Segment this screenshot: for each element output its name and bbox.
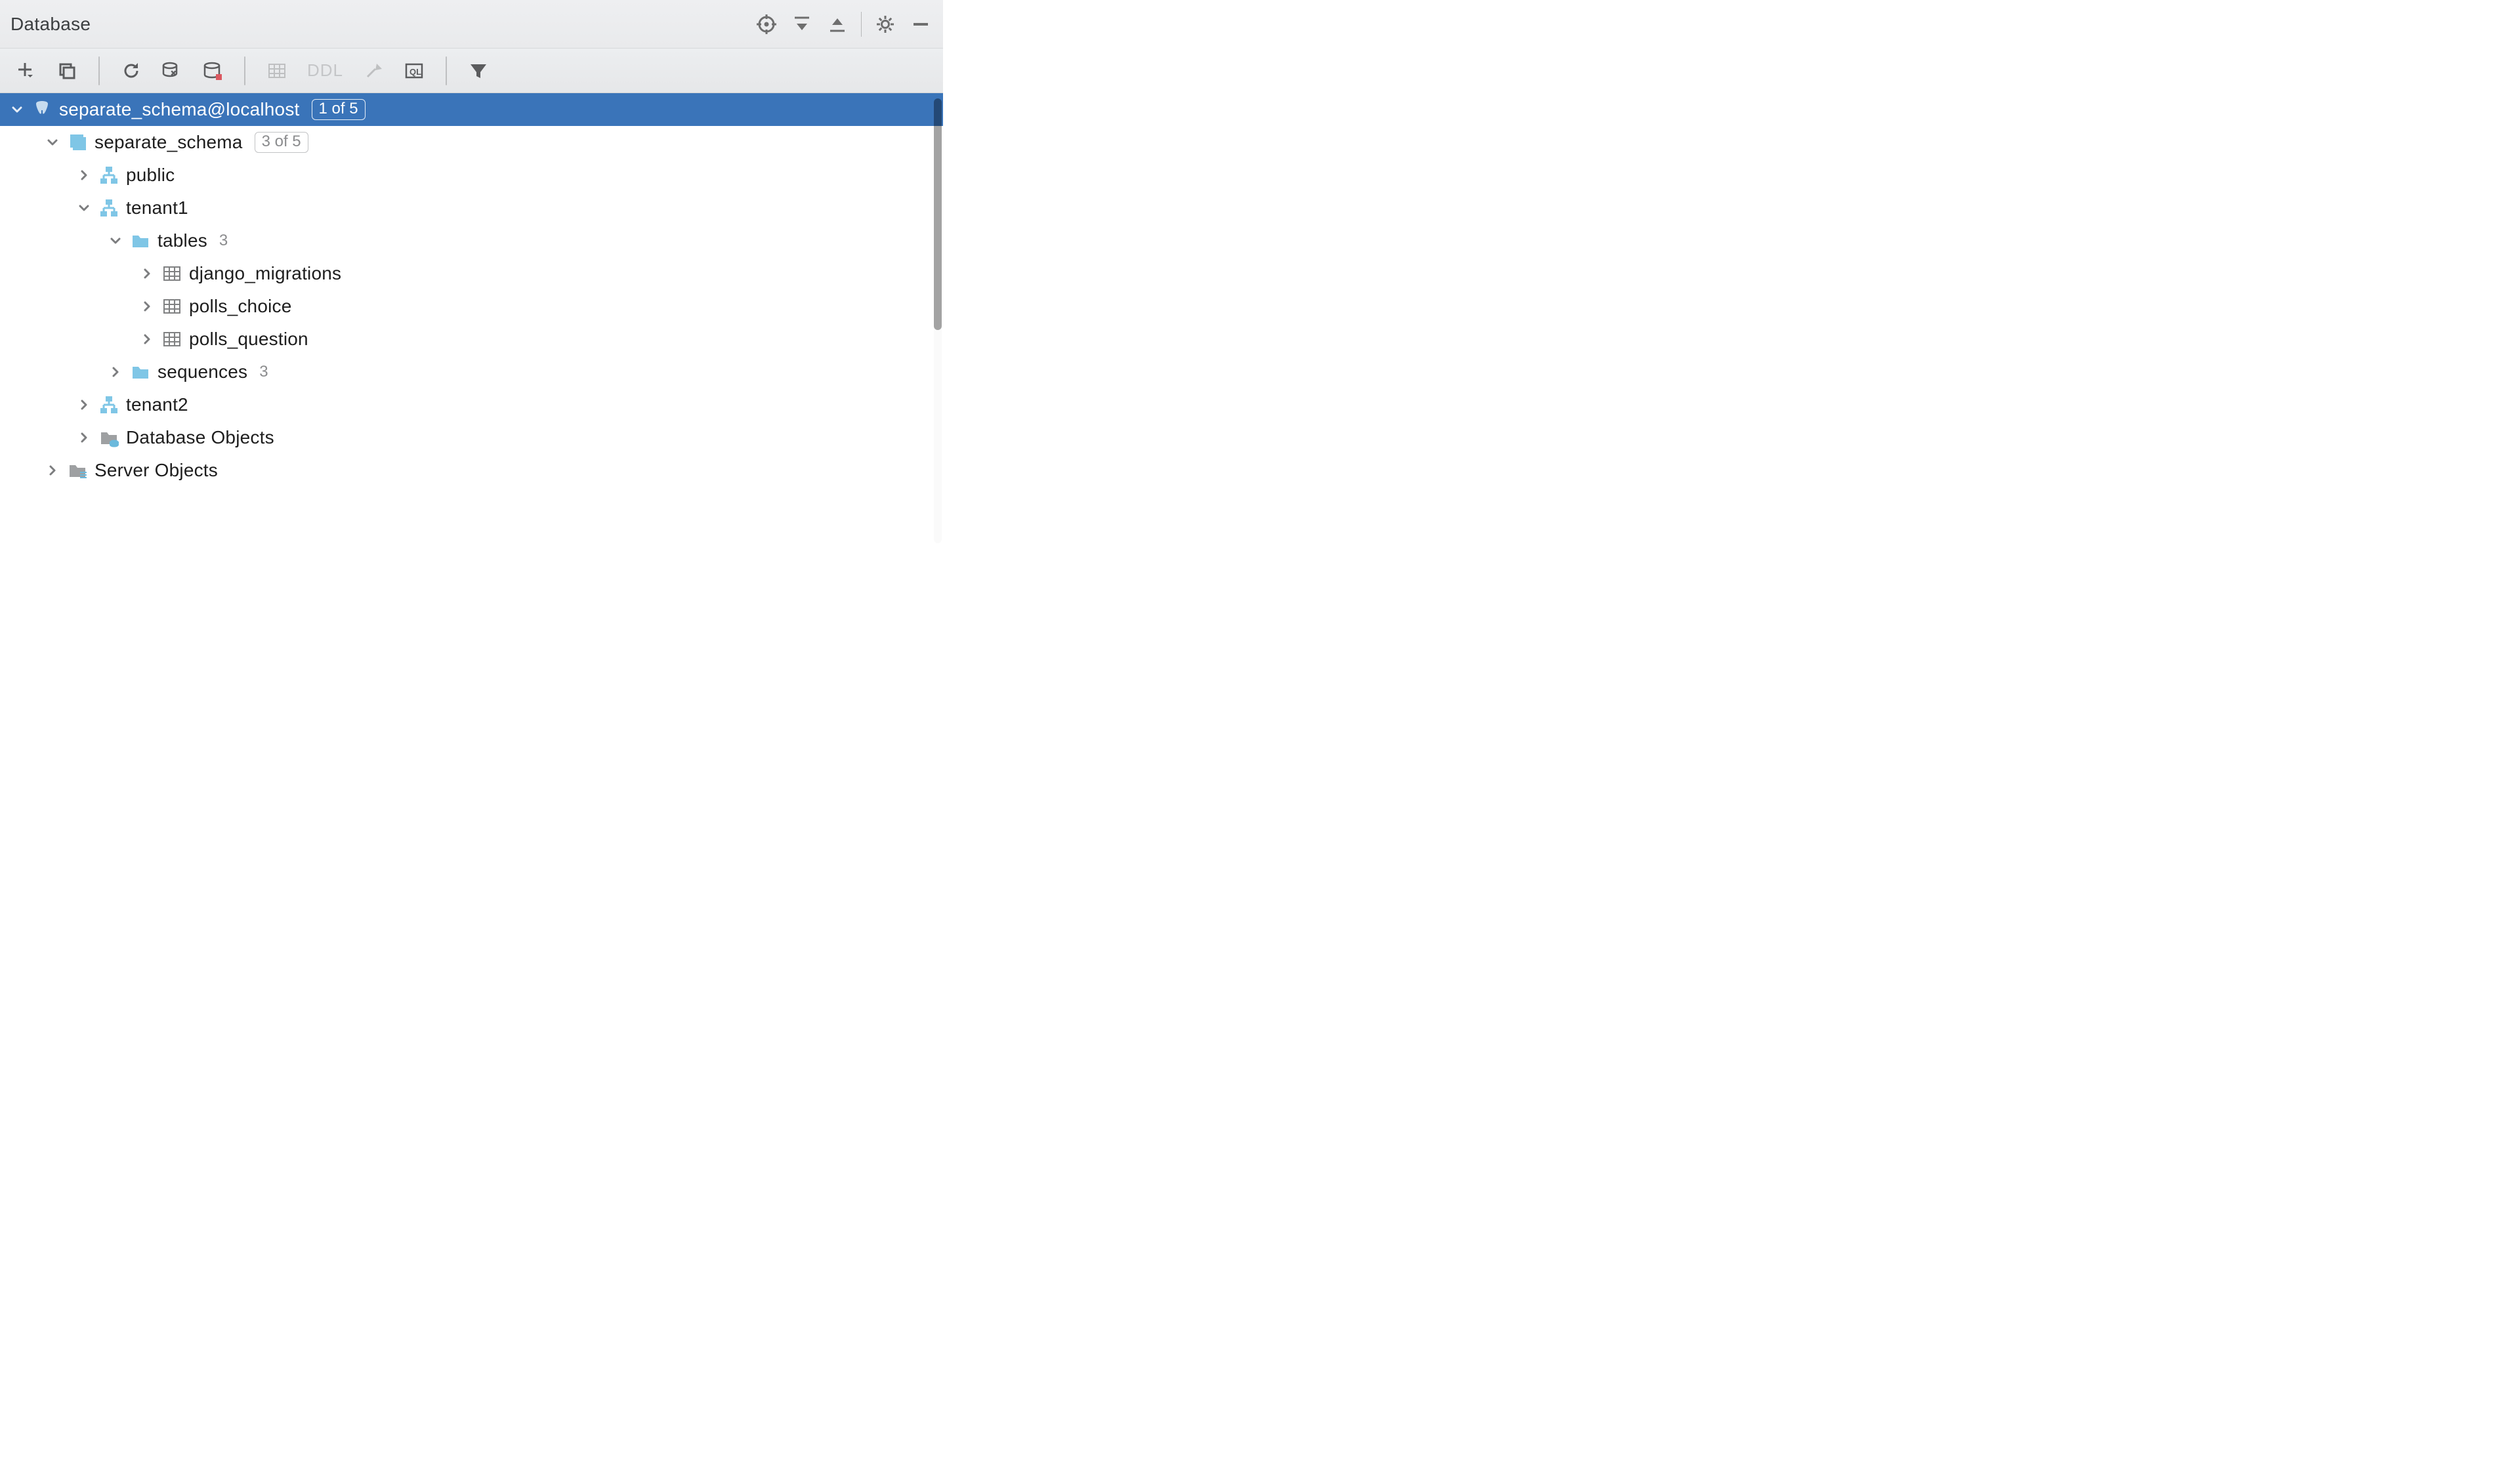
ddl-button: DDL [304,56,346,85]
tree-label: django_migrations [189,263,341,284]
server-objects-icon [67,460,88,481]
chevron-down-icon[interactable] [108,233,123,249]
schema-icon [98,394,119,415]
tree-server-objects[interactable]: Server Objects [0,454,943,487]
gear-icon[interactable] [873,12,897,36]
scrollbar-thumb[interactable] [934,98,942,330]
tree-table-polls-choice[interactable]: polls_choice [0,290,943,323]
table-icon [161,329,182,350]
vertical-scrollbar[interactable] [934,98,942,543]
collapse-all-icon[interactable] [826,12,849,36]
chevron-down-icon[interactable] [9,102,25,117]
filter-icon[interactable] [465,56,492,85]
database-objects-icon [98,427,119,448]
tree-viewport: separate_schema@localhost 1 of 5 separat… [0,93,943,548]
schema-icon [98,165,119,186]
tree-table-django-migrations[interactable]: django_migrations [0,257,943,290]
query-console-icon[interactable]: QL [401,56,427,85]
database-tree: separate_schema@localhost 1 of 5 separat… [0,93,943,548]
schema-icon [98,197,119,218]
header-divider [861,12,862,37]
chevron-right-icon[interactable] [139,299,155,314]
tree-count: 3 [259,363,268,381]
table-icon [161,263,182,284]
table-view-icon [264,56,290,85]
tree-label: Server Objects [94,460,218,481]
database-icon [67,132,88,153]
duplicate-icon[interactable] [54,56,80,85]
toolbar-divider-3 [446,56,447,85]
tree-label: tables [158,230,207,251]
target-icon[interactable] [755,12,778,36]
panel-header-actions [755,12,933,37]
tree-schema-public[interactable]: public [0,159,943,192]
add-icon[interactable] [13,56,39,85]
tree-schema-tenant1[interactable]: tenant1 [0,192,943,224]
tree-label: polls_choice [189,296,292,317]
minimize-icon[interactable] [909,12,933,36]
tree-database[interactable]: separate_schema 3 of 5 [0,126,943,159]
postgres-icon [32,99,52,120]
count-badge: 1 of 5 [312,99,366,120]
toolbar-divider-1 [98,56,100,85]
folder-icon [130,361,151,382]
chevron-right-icon[interactable] [139,331,155,347]
chevron-right-icon[interactable] [76,397,92,413]
tree-label: tenant2 [126,394,188,415]
panel-header: Database [0,0,943,49]
tree-label: polls_question [189,329,308,350]
tree-label: tenant1 [126,197,188,218]
tree-label: public [126,165,175,186]
tree-label: sequences [158,361,247,382]
tree-count: 3 [219,232,228,250]
navigate-icon [360,56,387,85]
table-icon [161,296,182,317]
tree-datasource[interactable]: separate_schema@localhost 1 of 5 [0,93,943,126]
tree-sequences-folder[interactable]: sequences 3 [0,356,943,388]
tree-tables-folder[interactable]: tables 3 [0,224,943,257]
datasource-properties-icon[interactable] [159,56,185,85]
tree-label: separate_schema@localhost [59,99,300,120]
chevron-right-icon[interactable] [45,463,60,478]
chevron-right-icon[interactable] [108,364,123,380]
chevron-down-icon[interactable] [45,134,60,150]
expand-all-icon[interactable] [790,12,814,36]
panel-title: Database [10,14,91,35]
tree-label: Database Objects [126,427,274,448]
folder-icon [130,230,151,251]
tree-table-polls-question[interactable]: polls_question [0,323,943,356]
chevron-down-icon[interactable] [76,200,92,216]
count-badge: 3 of 5 [255,132,308,153]
tree-database-objects[interactable]: Database Objects [0,421,943,454]
chevron-right-icon[interactable] [76,167,92,183]
refresh-icon[interactable] [118,56,144,85]
tree-label: separate_schema [94,132,243,153]
chevron-right-icon[interactable] [76,430,92,445]
tree-schema-tenant2[interactable]: tenant2 [0,388,943,421]
toolbar-divider-2 [244,56,245,85]
chevron-right-icon[interactable] [139,266,155,281]
svg-text:QL: QL [410,67,421,77]
stop-datasource-icon[interactable] [200,56,226,85]
toolbar: DDL QL [0,49,943,93]
